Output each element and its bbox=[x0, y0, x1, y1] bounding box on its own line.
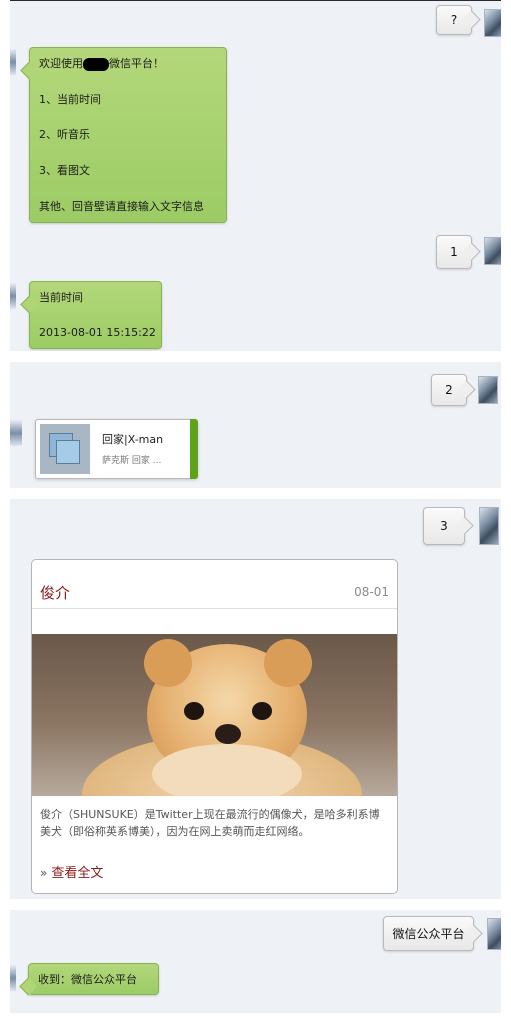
thumbnail-square-front bbox=[56, 440, 80, 464]
chat-panel-2: 2 回家|X-man 萨克斯 回家 ... bbox=[10, 362, 501, 488]
welcome-message-bubble: 欢迎使用 微信平台！ 1、当前时间 2、听音乐 3、看图文 其他、回音壁请直接输入… bbox=[29, 47, 227, 223]
bot-avatar bbox=[10, 49, 16, 75]
time-reply-bubble: 当前时间 2013-08-01 15:15:22 bbox=[29, 281, 162, 349]
bot-avatar bbox=[10, 420, 22, 446]
menu-option: 2、听音乐 bbox=[39, 128, 90, 141]
welcome-text-end: 微信平台！ bbox=[109, 57, 164, 70]
user-message-text: 1 bbox=[450, 245, 458, 259]
user-message-text: 2 bbox=[445, 383, 453, 397]
echo-reply-bubble: 收到：微信公众平台 bbox=[28, 963, 159, 995]
time-value: 2013-08-01 15:15:22 bbox=[39, 326, 156, 339]
news-description: 俊介（SHUNSUKE）是Twitter上现在最流行的偶像犬，是哈多利系博美犬（… bbox=[40, 808, 380, 838]
user-avatar bbox=[479, 507, 499, 545]
welcome-text-start: 欢迎使用 bbox=[39, 57, 83, 70]
music-card[interactable]: 回家|X-man 萨克斯 回家 ... bbox=[35, 419, 198, 479]
dog-paw bbox=[152, 744, 302, 796]
user-message-text: 3 bbox=[440, 519, 448, 533]
read-more-link[interactable]: » 查看全文 bbox=[40, 862, 103, 881]
user-avatar bbox=[484, 237, 501, 265]
user-message-bubble: 1 bbox=[436, 235, 472, 269]
music-card-accent bbox=[190, 419, 198, 479]
time-label: 当前时间 bbox=[39, 291, 83, 304]
music-thumbnail bbox=[40, 424, 90, 474]
user-avatar bbox=[478, 376, 498, 404]
menu-footer: 其他、回音壁请直接输入文字信息 bbox=[39, 200, 204, 213]
user-message-bubble: 微信公众平台 bbox=[383, 916, 474, 951]
dog-eye bbox=[184, 702, 204, 720]
user-message-bubble: ? bbox=[436, 5, 472, 35]
music-subtitle: 萨克斯 回家 ... bbox=[102, 456, 162, 466]
user-message-bubble: 2 bbox=[431, 374, 467, 406]
news-cover-image[interactable] bbox=[32, 634, 397, 796]
bot-avatar bbox=[10, 283, 16, 309]
music-title: 回家|X-man bbox=[102, 433, 164, 446]
dog-nose bbox=[215, 724, 241, 744]
news-card[interactable]: 俊介 08-01 俊介（SHUNSUKE）是Twitter上现在最流行的偶像犬，… bbox=[31, 559, 398, 894]
chat-page: ? 欢迎使用 微信平台！ 1、当前时间 2、听音乐 3、看图文 其他、回音壁请直接… bbox=[0, 0, 511, 1023]
chat-panel-1: ? 欢迎使用 微信平台！ 1、当前时间 2、听音乐 3、看图文 其他、回音壁请直接… bbox=[10, 1, 501, 351]
redacted-name bbox=[83, 57, 109, 71]
user-message-text: 微信公众平台 bbox=[392, 927, 465, 941]
read-more-label: 查看全文 bbox=[51, 866, 104, 881]
news-title[interactable]: 俊介 bbox=[40, 582, 70, 603]
bot-avatar bbox=[10, 965, 16, 991]
user-avatar bbox=[487, 918, 501, 950]
menu-option: 1、当前时间 bbox=[39, 93, 101, 106]
news-date: 08-01 bbox=[354, 585, 389, 599]
dog-ear bbox=[264, 639, 312, 687]
double-chevron-right-icon: » bbox=[40, 866, 48, 880]
dog-eye bbox=[252, 702, 272, 720]
dog-ear bbox=[144, 639, 192, 687]
menu-option: 3、看图文 bbox=[39, 164, 90, 177]
news-divider bbox=[32, 608, 397, 609]
user-avatar bbox=[484, 9, 501, 37]
chat-panel-4: 微信公众平台 收到：微信公众平台 bbox=[10, 910, 501, 1013]
user-message-text: ? bbox=[450, 13, 458, 27]
chat-panel-3: 3 俊介 08-01 俊介（SHUNSUKE）是Twitter上现在最流行的偶像… bbox=[10, 499, 501, 899]
echo-reply-text: 收到：微信公众平台 bbox=[38, 973, 137, 986]
user-message-bubble: 3 bbox=[423, 507, 465, 545]
welcome-line: 欢迎使用 微信平台！ bbox=[39, 57, 164, 71]
